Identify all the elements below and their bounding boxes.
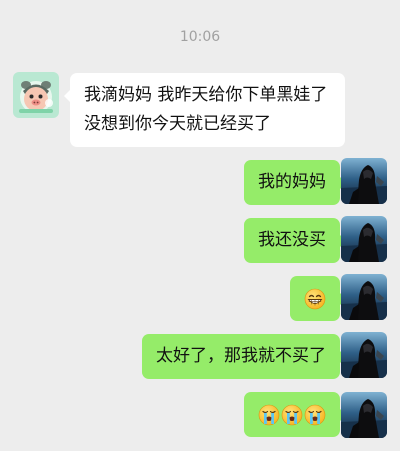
my-avatar[interactable] bbox=[341, 274, 387, 320]
sent-message-bubble[interactable]: 太好了，那我就不买了 bbox=[142, 334, 346, 379]
message-timestamp: 10:06 bbox=[179, 29, 221, 45]
loudly-crying-emoji-icon bbox=[281, 404, 303, 426]
chat-area: 10:06 我滴妈妈 我昨天给你下单黑娃了 没想到你今天就已经买了 我的妈妈 我… bbox=[0, 0, 400, 451]
loudly-crying-emoji-icon bbox=[258, 404, 280, 426]
sent-message-bubble[interactable]: 我还没买 bbox=[244, 218, 346, 263]
movie-character-avatar-image bbox=[341, 392, 387, 438]
my-avatar[interactable] bbox=[341, 158, 387, 204]
contact-avatar[interactable] bbox=[13, 72, 59, 118]
movie-character-avatar-image bbox=[341, 332, 387, 378]
movie-character-avatar-image bbox=[341, 216, 387, 262]
my-avatar[interactable] bbox=[341, 332, 387, 378]
my-avatar[interactable] bbox=[341, 216, 387, 262]
sent-message-bubble[interactable] bbox=[244, 392, 346, 437]
message-text: 太好了，那我就不买了 bbox=[156, 346, 326, 366]
message-text: 我的妈妈 bbox=[258, 172, 326, 192]
sent-message-bubble[interactable] bbox=[290, 276, 346, 321]
cartoon-pig-avatar-image bbox=[13, 72, 59, 118]
sent-message-bubble[interactable]: 我的妈妈 bbox=[244, 160, 346, 205]
message-text: 我还没买 bbox=[258, 230, 326, 250]
loudly-crying-emoji-icon bbox=[304, 404, 326, 426]
movie-character-avatar-image bbox=[341, 274, 387, 320]
received-message-bubble[interactable]: 我滴妈妈 我昨天给你下单黑娃了 没想到你今天就已经买了 bbox=[64, 73, 345, 147]
message-text: 我滴妈妈 我昨天给你下单黑娃了 没想到你今天就已经买了 bbox=[84, 85, 328, 134]
movie-character-avatar-image bbox=[341, 158, 387, 204]
my-avatar[interactable] bbox=[341, 392, 387, 438]
grin-emoji-icon bbox=[304, 288, 326, 310]
